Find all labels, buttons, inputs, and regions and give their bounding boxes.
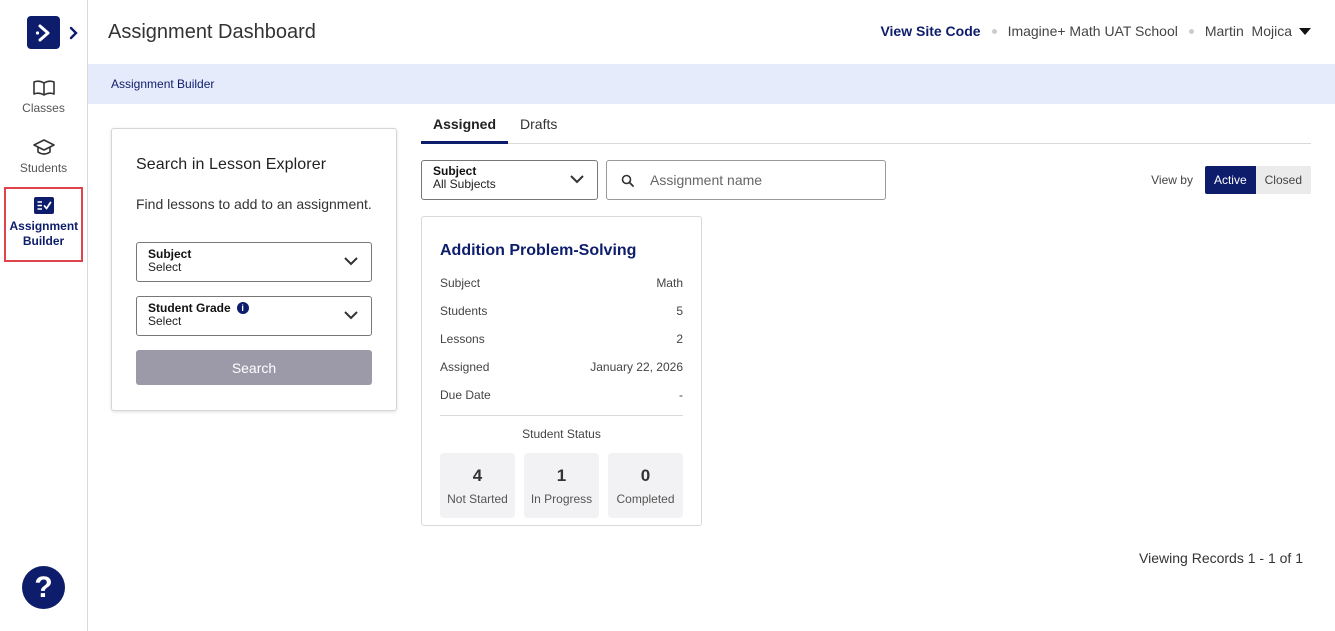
status-tile-completed[interactable]: 0 Completed <box>608 453 683 518</box>
page-title: Assignment Dashboard <box>108 21 316 43</box>
breadcrumb: Assignment Builder <box>88 64 1335 104</box>
status-label: Not Started <box>447 491 508 506</box>
separator-dot <box>1188 28 1194 34</box>
status-count: 4 <box>472 465 483 485</box>
user-name: Martin Mojica <box>1204 23 1292 39</box>
divider <box>440 415 683 416</box>
student-status-tiles: 4 Not Started 1 In Progress 0 Completed <box>440 453 683 518</box>
app-logo[interactable] <box>27 16 60 49</box>
tab-assigned[interactable]: Assigned <box>421 104 509 144</box>
detail-value: 5 <box>676 304 683 318</box>
search-button[interactable]: Search <box>136 350 372 385</box>
detail-label: Assigned <box>440 360 490 374</box>
subject-filter-select[interactable]: Subject All Subjects <box>421 160 598 200</box>
detail-label: Due Date <box>440 388 491 402</box>
subject-select[interactable]: Subject Select <box>136 242 372 282</box>
sidebar-item-label: Students <box>19 161 68 175</box>
sidebar: Classes Students Assignment Builder ? <box>0 0 88 631</box>
student-grade-select[interactable]: Student Grade i Select <box>136 296 372 336</box>
detail-row-subject: Subject Math <box>440 269 683 297</box>
sidebar-item-students[interactable]: Students <box>4 138 83 176</box>
graduation-cap-icon <box>32 139 55 155</box>
assignment-card[interactable]: Addition Problem-Solving Subject Math St… <box>421 216 702 526</box>
detail-label: Subject <box>440 276 481 290</box>
logo-arrow-icon <box>35 24 49 41</box>
lesson-explorer-title: Search in Lesson Explorer <box>136 156 327 173</box>
detail-value: 2 <box>676 332 683 346</box>
assignment-search-field[interactable] <box>606 160 886 200</box>
view-by-label: View by <box>1151 173 1193 187</box>
chevron-down-icon <box>344 257 358 266</box>
grade-label-row: Student Grade i <box>148 301 360 315</box>
detail-label: Students <box>440 304 488 318</box>
lesson-explorer-description: Find lessons to add to an assignment. <box>136 196 372 212</box>
subject-select-value: Select <box>148 260 182 274</box>
detail-value: Math <box>656 276 683 290</box>
detail-row-assigned: Assigned January 22, 2026 <box>440 353 683 381</box>
grade-select-value: Select <box>148 314 182 328</box>
pagination-records: Viewing Records 1 - 1 of 1 <box>1139 550 1303 566</box>
subject-filter-value: All Subjects <box>433 177 496 191</box>
user-menu[interactable]: Martin Mojica <box>1205 23 1311 39</box>
assignment-search-input[interactable] <box>650 172 870 188</box>
status-label: Completed <box>616 491 675 506</box>
lesson-explorer-card: Search in Lesson Explorer Find lessons t… <box>111 128 397 411</box>
tab-drafts[interactable]: Drafts <box>508 104 569 144</box>
assignment-details: Subject Math Students 5 Lessons 2 Assign… <box>440 269 683 409</box>
assignment-title[interactable]: Addition Problem-Solving <box>440 242 683 260</box>
assignment-tabs: Assigned Drafts <box>421 104 1311 144</box>
detail-label: Lessons <box>440 332 485 346</box>
info-icon[interactable]: i <box>236 302 249 314</box>
book-open-icon <box>32 80 55 96</box>
sidebar-item-assignment-builder[interactable]: Assignment Builder <box>4 187 83 262</box>
status-label: In Progress <box>530 491 593 506</box>
chevron-down-icon <box>344 311 358 320</box>
sidebar-item-label: Assignment Builder <box>9 219 79 248</box>
detail-value: - <box>679 388 683 402</box>
view-site-code-link[interactable]: View Site Code <box>880 23 980 39</box>
breadcrumb-current: Assignment Builder <box>111 77 215 91</box>
detail-row-lessons: Lessons 2 <box>440 325 683 353</box>
detail-value: January 22, 2026 <box>590 360 683 374</box>
school-name[interactable]: Imagine+ Math UAT School <box>1008 23 1178 39</box>
status-count: 1 <box>556 465 567 485</box>
top-bar: View Site Code Imagine+ Math UAT School … <box>880 23 1311 39</box>
separator-dot <box>991 28 997 34</box>
search-icon <box>621 174 634 187</box>
view-by-closed-button[interactable]: Closed <box>1255 166 1311 194</box>
status-tile-not-started[interactable]: 4 Not Started <box>440 453 515 518</box>
help-button[interactable]: ? <box>22 566 65 609</box>
help-question-icon: ? <box>34 570 53 604</box>
detail-row-due-date: Due Date - <box>440 381 683 409</box>
checklist-icon <box>33 197 54 214</box>
view-by-toggle: Active Closed <box>1204 166 1311 194</box>
status-tile-in-progress[interactable]: 1 In Progress <box>524 453 599 518</box>
status-count: 0 <box>640 465 651 485</box>
expand-sidebar-chevron-icon[interactable] <box>66 24 82 42</box>
view-by-active-button[interactable]: Active <box>1204 166 1256 194</box>
sidebar-item-label: Classes <box>22 101 65 115</box>
view-by-control: View by Active Closed <box>1151 166 1311 194</box>
caret-down-icon <box>1299 27 1311 35</box>
subject-select-label: Subject <box>148 247 192 261</box>
grade-select-label: Student Grade <box>148 301 231 315</box>
chevron-down-icon <box>570 175 584 184</box>
sidebar-item-classes[interactable]: Classes <box>4 78 83 116</box>
student-status-title: Student Status <box>522 427 601 441</box>
detail-row-students: Students 5 <box>440 297 683 325</box>
